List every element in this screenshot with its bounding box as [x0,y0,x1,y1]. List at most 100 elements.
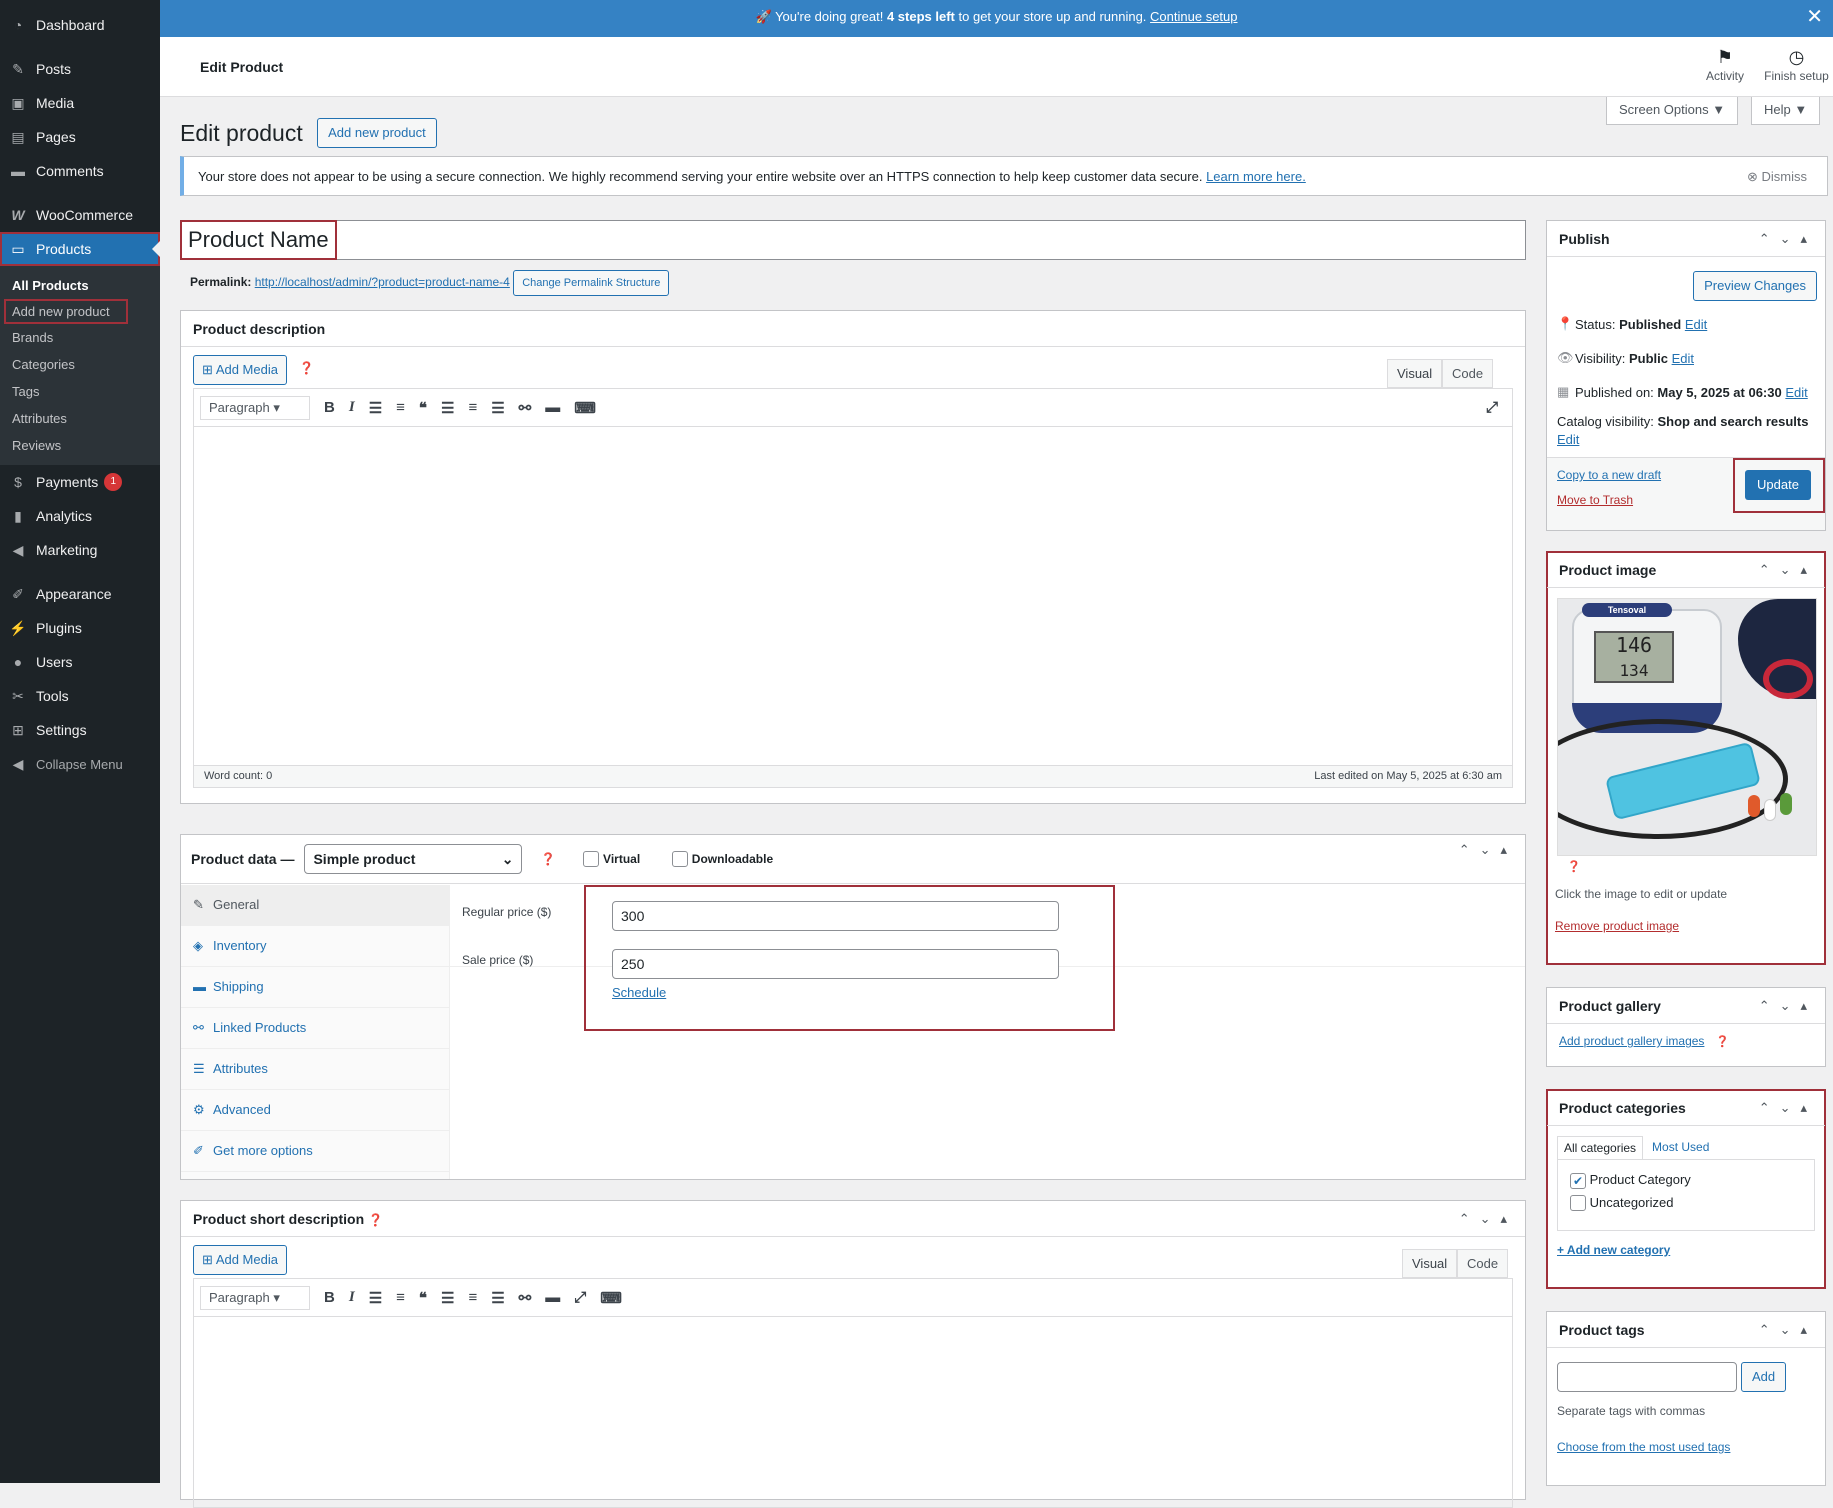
category-item[interactable]: ✔ Product Category [1570,1172,1802,1189]
box-controls[interactable]: ⌃⌄▴ [1759,552,1817,588]
menu-media[interactable]: ▣ Media [0,86,160,120]
align-center-icon[interactable]: ≡ [468,1289,477,1306]
edit-catalog-link[interactable]: Edit [1557,432,1579,447]
product-type-select[interactable]: Simple product ⌄ [304,844,523,874]
italic-icon[interactable]: I [349,1289,355,1306]
product-image[interactable]: Tensoval 146 134 [1557,598,1817,856]
tab-visual[interactable]: Visual [1402,1249,1458,1278]
box-controls[interactable]: ⌃⌄▴ [1759,221,1817,257]
tab-code[interactable]: Code [1457,1249,1509,1278]
move-to-trash-link[interactable]: Move to Trash [1557,493,1633,507]
activity-button[interactable]: ⚑ Activity [1690,47,1760,83]
fullscreen-icon[interactable]: ⤢ [574,1289,586,1306]
add-media-button[interactable]: ⊞ Add Media [193,355,287,385]
regular-price-input[interactable]: 300 [612,901,1059,931]
editor-content[interactable] [194,427,1512,764]
add-media-button[interactable]: ⊞ Add Media [193,1245,287,1275]
toolbar-toggle-icon[interactable]: ⌨ [574,399,596,417]
menu-settings[interactable]: ⊞ Settings [0,713,160,747]
tab-attributes[interactable]: ☰ Attributes [181,1049,449,1090]
numbered-list-icon[interactable]: ≡ [396,1289,405,1306]
menu-plugins[interactable]: ⚡ Plugins [0,611,160,645]
numbered-list-icon[interactable]: ≡ [396,399,405,416]
help-button[interactable]: Help ▼ [1751,97,1821,125]
sale-price-input[interactable]: 250 [612,949,1059,979]
align-right-icon[interactable]: ☰ [491,399,504,417]
tab-advanced[interactable]: ⚙ Advanced [181,1090,449,1131]
virtual-checkbox[interactable]: Virtual [583,851,640,868]
product-title-input[interactable]: Product Name [180,220,337,260]
add-gallery-images-link[interactable]: Add product gallery images [1559,1034,1704,1048]
help-icon[interactable]: ❓ [1716,1036,1730,1048]
submenu-reviews[interactable]: Reviews [0,432,160,459]
align-left-icon[interactable]: ☰ [441,1289,454,1307]
tab-all-categories[interactable]: All categories [1557,1136,1644,1159]
menu-collapse[interactable]: ◀ Collapse Menu [0,747,160,781]
align-center-icon[interactable]: ≡ [468,399,477,416]
blockquote-icon[interactable]: ❝ [419,399,427,417]
menu-comments[interactable]: ▬ Comments [0,154,160,188]
bold-icon[interactable]: B [324,1289,335,1306]
tab-inventory[interactable]: ◈ Inventory [181,926,449,967]
menu-posts[interactable]: ✎ Posts [0,52,160,86]
submenu-attributes[interactable]: Attributes [0,405,160,432]
format-select[interactable]: Paragraph ▾ [200,1285,310,1310]
dismiss-button[interactable]: ⊗ Dismiss [1747,169,1807,185]
add-new-product-button[interactable]: Add new product [317,118,437,148]
bullet-list-icon[interactable]: ☰ [369,399,382,417]
fullscreen-icon[interactable]: ⤢ [1486,399,1498,416]
tab-visual[interactable]: Visual [1387,359,1443,388]
box-controls[interactable]: ⌃⌄▴ [1459,1201,1517,1237]
tab-get-more-options[interactable]: ✐ Get more options [181,1131,449,1172]
tag-input[interactable] [1557,1362,1737,1392]
menu-products[interactable]: ▭ Products [0,232,160,266]
submenu-all-products[interactable]: All Products [0,272,160,299]
read-more-icon[interactable]: ▬ [545,399,560,416]
menu-payments[interactable]: $ Payments 1 [0,465,160,499]
submenu-add-new-product[interactable]: Add new product [4,299,128,324]
remove-image-link[interactable]: Remove product image [1547,911,1825,941]
copy-draft-link[interactable]: Copy to a new draft [1557,468,1661,482]
link-icon[interactable]: ⚯ [519,1289,532,1307]
menu-users[interactable]: ● Users [0,645,160,679]
permalink-url[interactable]: http://localhost/admin/?product=product-… [255,275,510,289]
help-icon[interactable]: ❓ [299,361,314,375]
downloadable-checkbox[interactable]: Downloadable [672,851,773,868]
tab-code[interactable]: Code [1442,359,1494,388]
edit-visibility-link[interactable]: Edit [1672,351,1694,366]
edit-date-link[interactable]: Edit [1785,385,1807,400]
menu-appearance[interactable]: ✐ Appearance [0,577,160,611]
menu-marketing[interactable]: ◀ Marketing [0,533,160,567]
menu-dashboard[interactable]: ◔ Dashboard [0,8,160,42]
read-more-icon[interactable]: ▬ [545,1289,560,1306]
bold-icon[interactable]: B [324,399,335,416]
italic-icon[interactable]: I [349,399,355,416]
close-icon[interactable]: ✕ [1806,0,1823,34]
menu-woocommerce[interactable]: W WooCommerce [0,198,160,232]
submenu-brands[interactable]: Brands [0,324,160,351]
update-button[interactable]: Update [1745,470,1811,500]
screen-options-button[interactable]: Screen Options ▼ [1606,97,1739,125]
edit-status-link[interactable]: Edit [1685,317,1707,332]
submenu-categories[interactable]: Categories [0,351,160,378]
category-item[interactable]: Uncategorized [1570,1195,1802,1212]
menu-tools[interactable]: ✂ Tools [0,679,160,713]
menu-analytics[interactable]: ▮ Analytics [0,499,160,533]
help-icon[interactable]: ❓ [368,1213,383,1227]
submenu-tags[interactable]: Tags [0,378,160,405]
change-permalink-button[interactable]: Change Permalink Structure [513,270,670,296]
toolbar-toggle-icon[interactable]: ⌨ [600,1289,622,1307]
add-new-category-link[interactable]: + Add new category [1547,1231,1825,1269]
box-controls[interactable]: ⌃⌄▴ [1759,1312,1817,1348]
blockquote-icon[interactable]: ❝ [419,1289,427,1307]
bullet-list-icon[interactable]: ☰ [369,1289,382,1307]
learn-more-link[interactable]: Learn more here. [1206,169,1306,184]
preview-changes-button[interactable]: Preview Changes [1693,271,1817,301]
tab-general[interactable]: ✎ General [181,885,449,926]
schedule-link[interactable]: Schedule [612,985,666,1000]
finish-setup-button[interactable]: ◷ Finish setup [1760,47,1833,83]
help-icon[interactable]: ❓ [1547,856,1825,877]
align-right-icon[interactable]: ☰ [491,1289,504,1307]
continue-setup-link[interactable]: Continue setup [1150,9,1237,24]
box-controls[interactable]: ⌃⌄▴ [1759,988,1817,1024]
